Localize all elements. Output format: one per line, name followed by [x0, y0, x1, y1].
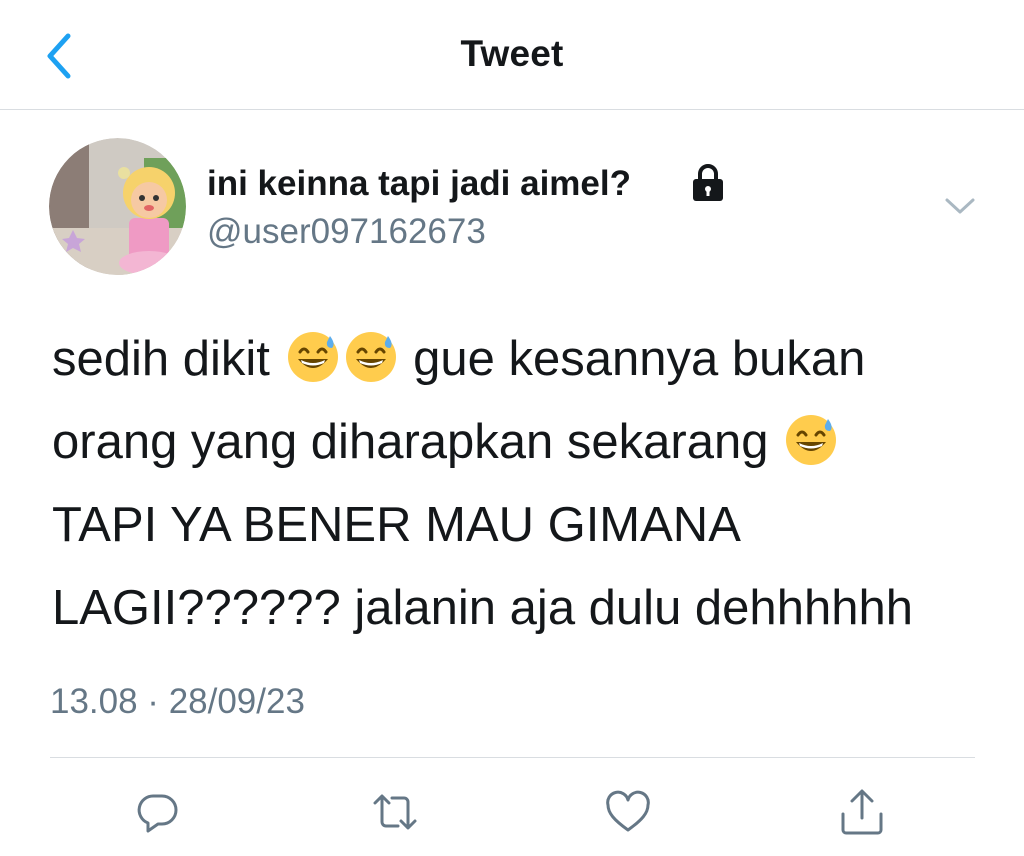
tweet-line: LAGII?????? jalanin aja dulu dehhhhhh: [52, 567, 992, 650]
tweet-line: orang yang diharapkan sekarang: [52, 401, 992, 484]
tweet-text-segment: TAPI YA BENER MAU GIMANA: [52, 498, 741, 552]
grinning-face-with-sweat-icon: [286, 330, 340, 384]
tweet-text-segment: LAGII?????? jalanin aja dulu dehhhhhh: [52, 581, 913, 635]
chevron-down-icon: [945, 198, 975, 214]
heart-icon: [606, 790, 650, 832]
tweet-text-segment: orang yang diharapkan sekarang: [52, 415, 783, 469]
top-bar: Tweet: [0, 0, 1024, 110]
tweet-timestamp[interactable]: 13.08 · 28/09/23: [50, 682, 305, 722]
tweet-text: sedih dikit gue kesannya bukan orang yan…: [52, 318, 992, 650]
page-title: Tweet: [460, 33, 564, 74]
tweet-line: sedih dikit gue kesannya bukan: [52, 318, 992, 401]
author-name[interactable]: ini keinna tapi jadi aimel?: [207, 164, 631, 204]
lock-icon: [690, 163, 726, 203]
grinning-face-with-sweat-icon: [344, 330, 398, 384]
share-button[interactable]: [838, 788, 886, 836]
tweet-text-segment: sedih dikit: [52, 332, 284, 386]
reply-icon: [137, 794, 178, 833]
tweet-menu-button[interactable]: [944, 195, 976, 217]
divider: [50, 757, 975, 758]
like-button[interactable]: [604, 788, 652, 836]
avatar[interactable]: [49, 138, 186, 275]
reply-button[interactable]: [134, 788, 182, 836]
avatar-image: [49, 138, 186, 275]
tweet-line: TAPI YA BENER MAU GIMANA: [52, 484, 992, 567]
grinning-face-with-sweat-icon: [784, 413, 838, 467]
retweet-button[interactable]: [371, 788, 419, 836]
tweet-text-segment: gue kesannya bukan: [399, 332, 866, 386]
author-handle[interactable]: @user097162673: [207, 212, 486, 252]
share-icon: [841, 789, 883, 835]
retweet-icon: [373, 794, 417, 830]
